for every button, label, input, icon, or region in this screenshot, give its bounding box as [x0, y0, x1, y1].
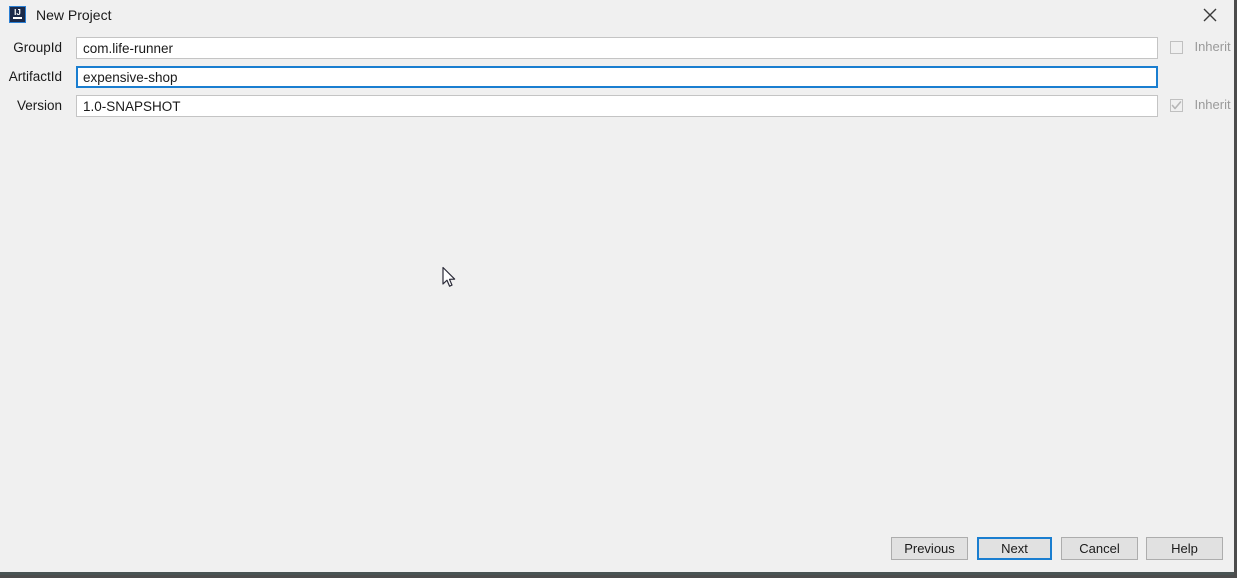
version-label: Version [16, 98, 62, 113]
new-project-dialog: IJ New Project GroupId Inherit ArtifactI… [0, 0, 1237, 578]
artifactid-input[interactable] [76, 66, 1158, 88]
help-button[interactable]: Help [1146, 537, 1223, 560]
dialog-title: New Project [36, 7, 112, 23]
next-button[interactable]: Next [977, 537, 1052, 560]
groupid-label: GroupId [13, 40, 62, 55]
dialog-titlebar: IJ New Project [0, 0, 1234, 29]
form-row-artifactid: ArtifactId [0, 66, 1234, 88]
form-row-groupid: GroupId Inherit [0, 37, 1234, 59]
dialog-button-bar: Previous Next Cancel Help [0, 534, 1234, 572]
cancel-button[interactable]: Cancel [1061, 537, 1138, 560]
close-icon[interactable] [1199, 4, 1221, 26]
mouse-cursor [441, 266, 457, 290]
version-input[interactable] [76, 95, 1158, 117]
app-icon-underline [13, 17, 22, 19]
window-bottom-edge [0, 572, 1234, 575]
app-icon-letters: IJ [14, 8, 21, 17]
version-inherit-group[interactable]: Inherit [1170, 97, 1231, 115]
artifactid-label: ArtifactId [8, 69, 62, 84]
form-row-version: Version Inherit [0, 95, 1234, 117]
groupid-input[interactable] [76, 37, 1158, 59]
groupid-inherit-group[interactable]: Inherit [1170, 39, 1231, 57]
previous-button[interactable]: Previous [891, 537, 968, 560]
intellij-idea-icon: IJ [9, 6, 26, 23]
groupid-inherit-checkbox[interactable] [1170, 41, 1183, 54]
version-inherit-label: Inherit [1194, 97, 1231, 112]
groupid-inherit-label: Inherit [1194, 39, 1231, 54]
version-inherit-checkbox[interactable] [1170, 99, 1183, 112]
